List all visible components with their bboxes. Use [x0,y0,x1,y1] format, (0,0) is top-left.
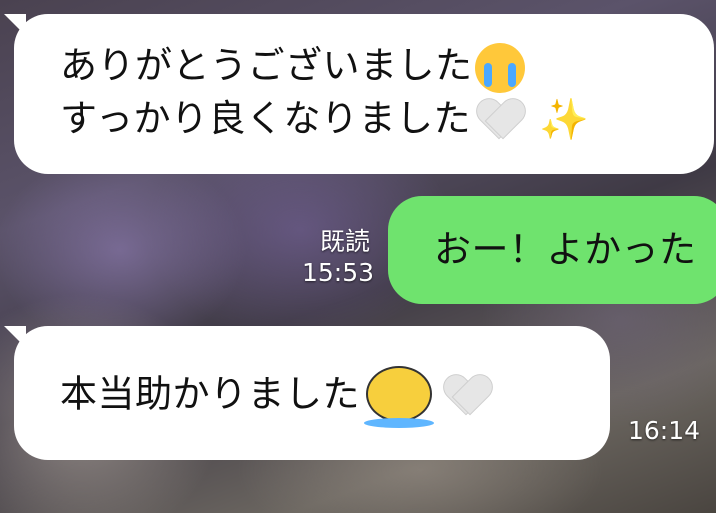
message-line-2: すっかり良くなりました ✨ [60,93,714,145]
sparkles-icon: ✨ [539,97,590,143]
message-timestamp: 16:14 [628,416,701,445]
incoming-message-1[interactable]: ありがとうございました すっかり良くなりました ✨ [14,14,714,174]
read-receipt: 既読 [319,227,370,256]
crying-sticker-icon [360,364,438,428]
message-text: ありがとうございました [60,44,473,87]
message-text: おー！よかった [434,228,697,271]
loudly-crying-face-icon [474,42,525,93]
outgoing-message[interactable]: おー！よかった [388,196,716,304]
white-heart-icon [479,100,523,140]
message-line-1: ありがとうございました [60,40,714,93]
message-text: すっかり良くなりました [60,96,472,140]
message-timestamp: 15:53 [301,258,374,287]
incoming-message-2[interactable]: 本当助かりました [14,326,610,460]
message-text: 本当助かりました [60,372,360,416]
white-heart-icon [446,376,490,416]
